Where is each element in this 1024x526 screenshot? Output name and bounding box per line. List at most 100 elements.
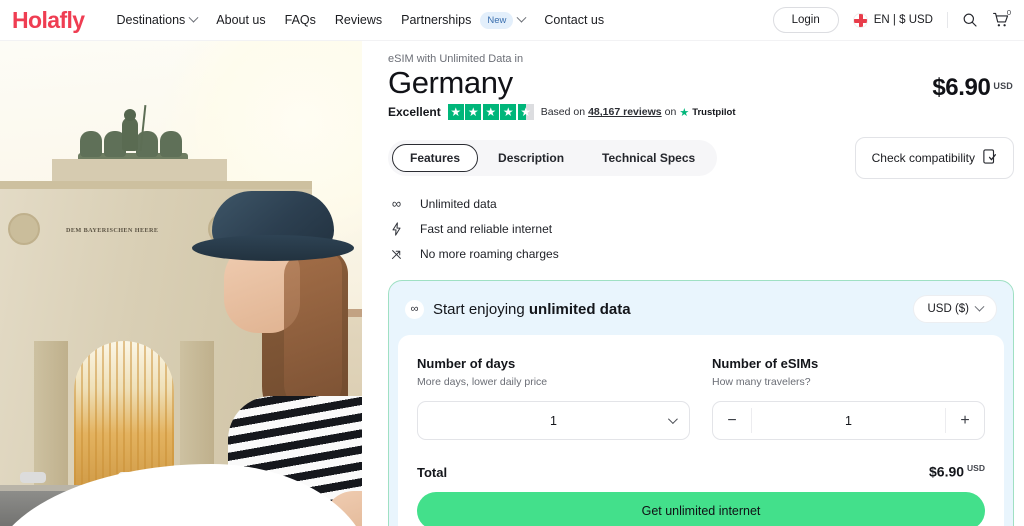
esims-label: Number of eSIMs	[712, 356, 819, 372]
chevron-down-icon	[974, 301, 985, 312]
hero-photo: DEM BAYERISCHEN HEERE	[0, 41, 362, 526]
feature-item: ∞ Unlimited data	[388, 196, 1019, 211]
cart-count-badge: 0	[1006, 8, 1011, 17]
days-select[interactable]: 1	[417, 401, 690, 441]
tab-technical-specs[interactable]: Technical Specs	[584, 144, 713, 172]
rating-summary: Based on 48,167 reviews on ★ Trustpilot	[541, 106, 736, 119]
purchase-fields: Number of days More days, lower daily pr…	[417, 356, 985, 441]
product-price-currency: USD	[993, 80, 1013, 91]
feature-label: No more roaming charges	[420, 247, 559, 262]
header-actions: Login EN | $ USD 0	[772, 7, 1011, 33]
esims-value[interactable]: 1	[752, 402, 945, 439]
statue-head	[124, 109, 136, 121]
nav-item-partnerships[interactable]: Partnerships New	[401, 11, 527, 29]
infinity-icon: ∞	[391, 196, 402, 212]
locale-label: EN | $ USD	[873, 14, 933, 26]
gate-inscription: DEM BAYERISCHEN HEERE	[66, 227, 159, 234]
days-field: Number of days More days, lower daily pr…	[417, 356, 690, 441]
page-body: DEM BAYERISCHEN HEERE eSIM with Unlimite…	[0, 41, 1024, 526]
no-roaming-icon	[388, 248, 405, 261]
purchase-heading-prefix: Start enjoying	[433, 300, 529, 318]
star-half-icon: ★	[517, 104, 534, 121]
nav-label: Partnerships	[401, 13, 472, 27]
star-icon: ★	[465, 104, 482, 121]
purchase-card-body: Number of days More days, lower daily pr…	[398, 335, 1004, 526]
product-content: eSIM with Unlimited Data in Germany Exce…	[362, 41, 1024, 526]
currency-selector-label: USD ($)	[927, 303, 969, 316]
holafly-logo[interactable]: Holafly	[12, 7, 85, 34]
trustpilot-star-icon: ★	[679, 106, 690, 119]
check-compatibility-label: Check compatibility	[871, 151, 975, 166]
days-hint: More days, lower daily price	[417, 376, 548, 389]
chevron-down-icon	[188, 12, 199, 23]
star-icon: ★	[447, 104, 464, 121]
gate-medallion	[8, 213, 40, 245]
esims-hint: How many travelers?	[712, 376, 811, 389]
star-glyph: ★	[520, 105, 532, 120]
main-navigation: Destinations About us FAQs Reviews Partn…	[116, 11, 604, 29]
nav-label: Contact us	[544, 13, 605, 27]
hat-brim	[192, 235, 354, 261]
days-value: 1	[550, 413, 557, 428]
rating-prefix: Based on	[540, 106, 586, 119]
tab-description[interactable]: Description	[480, 144, 582, 172]
increase-esims-button[interactable]: +	[946, 402, 984, 439]
total-value: $6.90 USD	[929, 463, 985, 480]
locale-selector[interactable]: EN | $ USD	[852, 12, 933, 28]
lightning-bolt-icon	[388, 222, 405, 237]
nav-item-faqs[interactable]: FAQs	[285, 13, 316, 27]
check-compatibility-button[interactable]: Check compatibility	[854, 137, 1014, 180]
trustpilot-rating[interactable]: Excellent ★ ★ ★ ★ ★ Based on 48,167 revi…	[388, 104, 736, 121]
street-car	[20, 472, 46, 483]
chevron-down-icon	[667, 414, 678, 425]
statue-figure	[122, 117, 138, 151]
cart-icon[interactable]: 0	[992, 8, 1011, 29]
star-glyph: ★	[485, 105, 497, 120]
get-unlimited-internet-button[interactable]: Get unlimited internet	[417, 492, 985, 526]
total-label: Total	[417, 465, 448, 481]
feature-item: No more roaming charges	[388, 247, 1019, 261]
esims-field: Number of eSIMs How many travelers? − 1 …	[712, 356, 985, 441]
nav-label: About us	[216, 13, 266, 27]
nav-item-reviews[interactable]: Reviews	[335, 13, 382, 27]
tabs-row: Features Description Technical Specs Che…	[388, 137, 1019, 180]
chevron-down-icon	[516, 12, 527, 23]
header-divider	[947, 12, 948, 28]
search-icon[interactable]	[962, 12, 978, 28]
purchase-heading: Start enjoying unlimited data	[433, 301, 631, 318]
infinity-icon: ∞	[405, 299, 424, 319]
days-label: Number of days	[417, 356, 516, 372]
tab-features[interactable]: Features	[392, 144, 479, 173]
device-check-icon	[983, 149, 997, 167]
purchase-heading-strong: unlimited data	[528, 300, 631, 318]
hair-highlight	[284, 253, 342, 413]
rating-word: Excellent	[388, 105, 441, 120]
rating-middle: on	[664, 106, 677, 119]
total-currency: USD	[967, 463, 985, 474]
star-icon: ★	[500, 104, 517, 121]
rating-review-count[interactable]: 48,167 reviews	[588, 106, 662, 118]
nav-label: Destinations	[116, 13, 186, 27]
statue-lion	[80, 131, 102, 157]
total-amount: $6.90	[929, 464, 965, 481]
trustpilot-brand: Trustpilot	[692, 106, 736, 118]
decrease-esims-button[interactable]: −	[713, 402, 751, 439]
product-price: $6.90	[932, 74, 991, 101]
nav-item-contact-us[interactable]: Contact us	[544, 13, 604, 27]
nav-label: FAQs	[284, 13, 316, 27]
hero-image: DEM BAYERISCHEN HEERE	[0, 41, 362, 526]
site-header: Holafly Destinations About us FAQs Revie…	[0, 0, 1024, 41]
star-rating: ★ ★ ★ ★ ★	[447, 104, 534, 121]
total-row: Total $6.90 USD	[417, 463, 985, 480]
title-row: Germany Excellent ★ ★ ★ ★ ★ Based on 48,…	[388, 65, 1019, 121]
page-title: Germany	[388, 65, 513, 100]
star-glyph: ★	[467, 105, 479, 120]
feature-label: Unlimited data	[420, 196, 497, 211]
nav-item-about-us[interactable]: About us	[216, 13, 265, 27]
login-button[interactable]: Login	[772, 7, 839, 33]
purchase-card: ∞ Start enjoying unlimited data USD ($) …	[388, 280, 1014, 526]
purchase-card-header: ∞ Start enjoying unlimited data USD ($)	[389, 281, 1013, 335]
currency-selector[interactable]: USD ($)	[913, 295, 997, 324]
new-badge: New	[480, 11, 514, 29]
nav-item-destinations[interactable]: Destinations	[116, 12, 199, 27]
